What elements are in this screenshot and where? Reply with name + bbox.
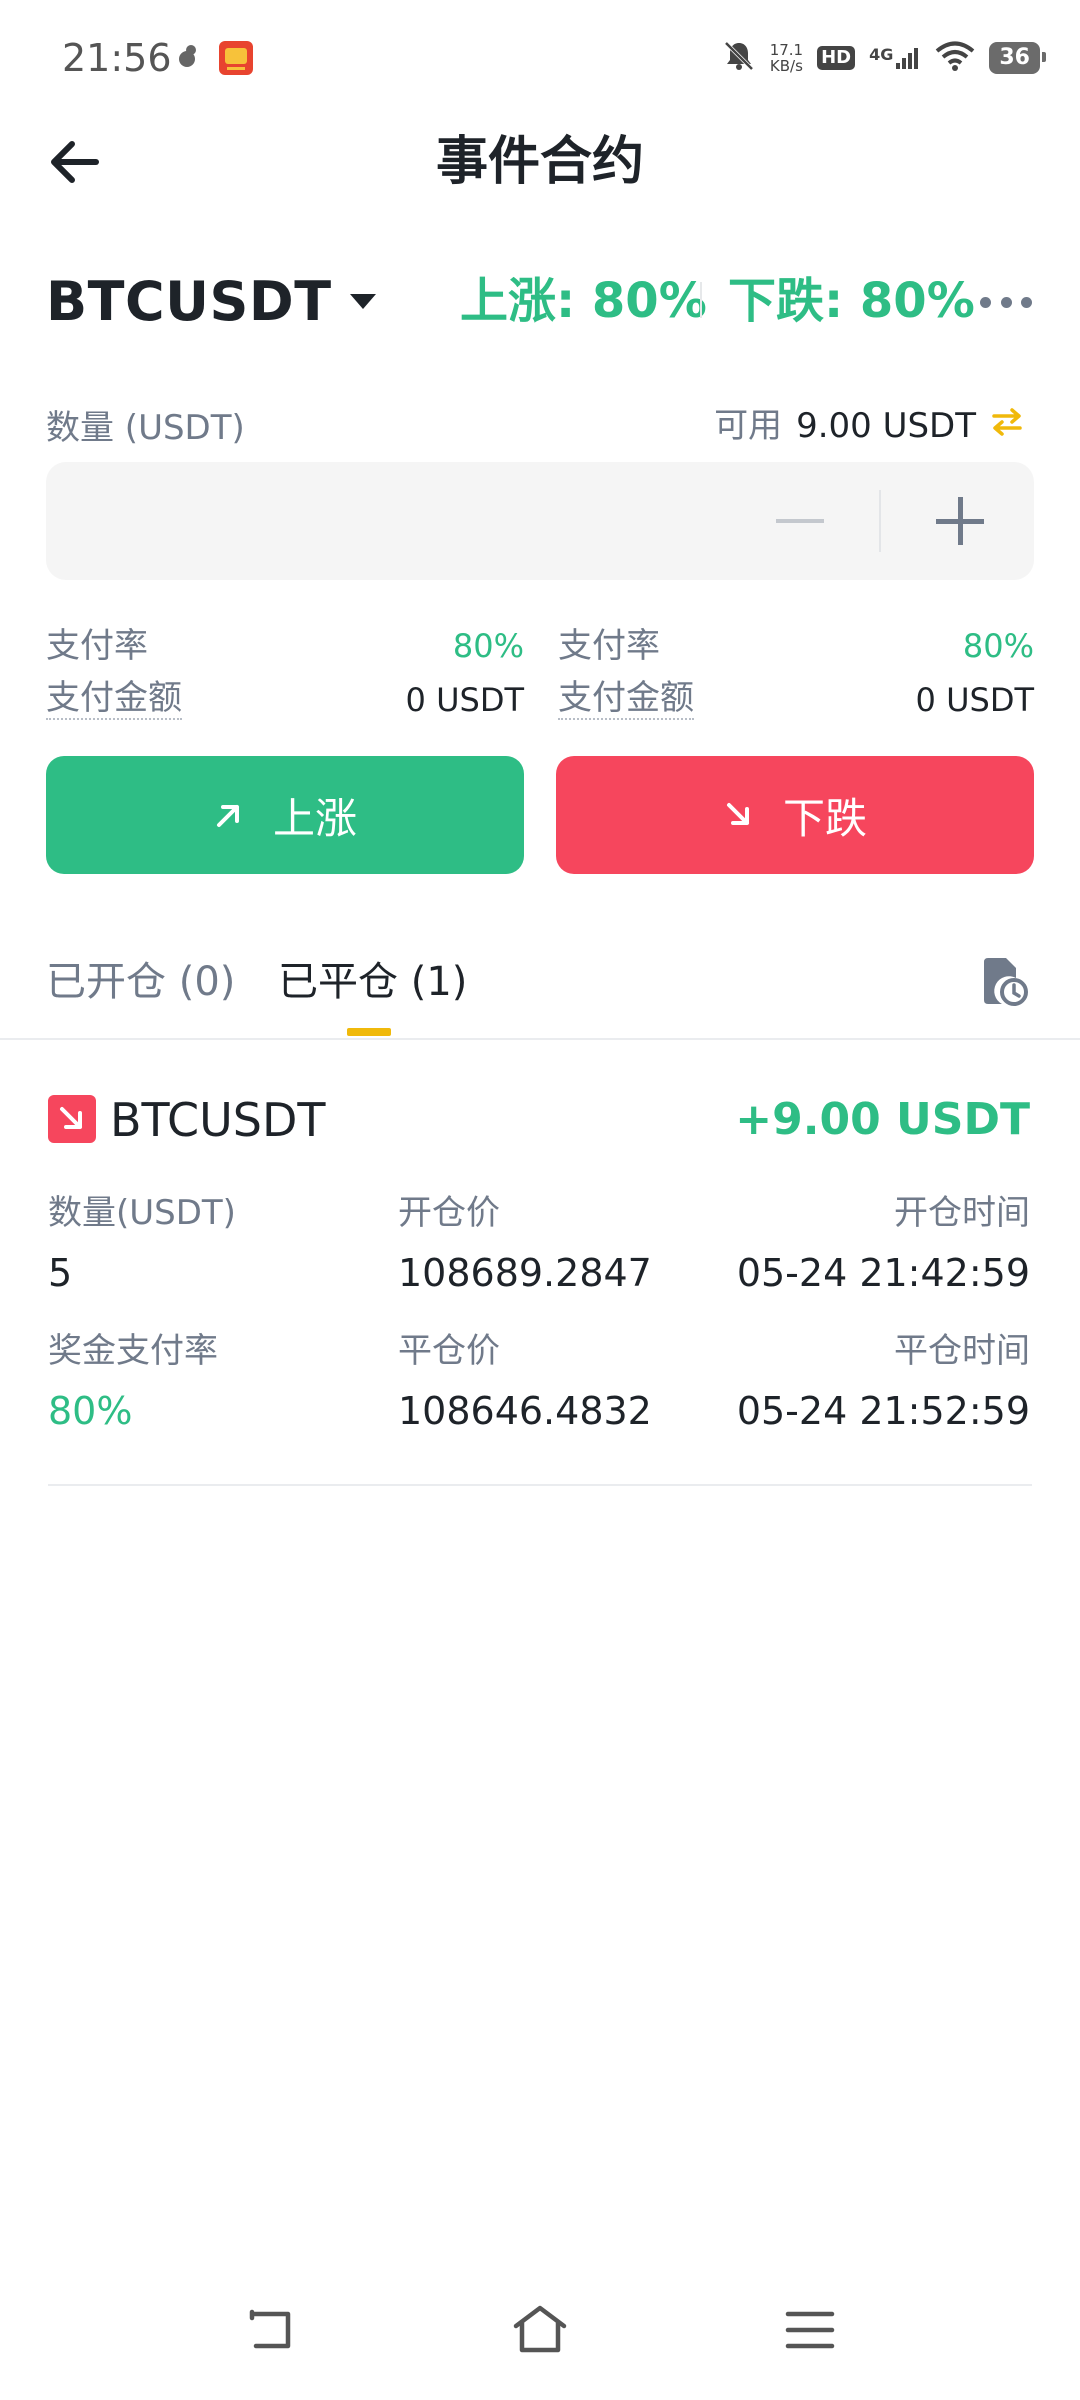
available-balance: 可用 9.00 USDT — [714, 404, 1024, 448]
close-price-label: 平仓价 — [398, 1331, 500, 1371]
tabs-divider — [0, 1038, 1080, 1040]
nav-menu-button[interactable] — [780, 2300, 840, 2360]
payout-rate-label: 奖金支付率 — [48, 1331, 218, 1371]
home-icon — [513, 2305, 567, 2353]
decrease-button[interactable] — [772, 490, 828, 552]
up-rate: 上涨: 80% — [460, 273, 707, 329]
dot-icon — [980, 296, 991, 308]
direction-down-icon — [48, 1095, 96, 1143]
document-clock-icon — [984, 958, 1028, 1006]
open-time-value: 05-24 21:42:59 — [736, 1251, 1030, 1295]
open-price-label: 开仓价 — [398, 1193, 500, 1233]
signal-icon: 4G — [869, 45, 921, 71]
tab-closed-positions[interactable]: 已平仓 (1) — [278, 954, 467, 1010]
card-divider — [48, 1484, 1032, 1486]
down-payout-amount-value: 0 USDT — [915, 681, 1034, 719]
caret-down-icon — [349, 293, 376, 309]
arrow-up-right-icon — [216, 805, 239, 827]
more-options-button[interactable] — [980, 282, 1032, 322]
nav-home-button[interactable] — [510, 2300, 570, 2360]
close-price-value: 108646.4832 — [398, 1389, 652, 1433]
tab-open-positions[interactable]: 已开仓 (0) — [46, 954, 235, 1010]
close-time-label: 平仓时间 — [894, 1331, 1030, 1371]
up-payout-amount-label[interactable]: 支付金额 — [46, 678, 182, 720]
payout-rate-value: 80% — [48, 1389, 133, 1433]
nav-back-icon — [249, 2309, 291, 2349]
qty-value: 5 — [48, 1251, 73, 1295]
pair-selector[interactable]: BTCUSDT — [46, 266, 376, 336]
open-price-value: 108689.2847 — [398, 1251, 652, 1295]
transfer-icon[interactable] — [990, 404, 1024, 448]
history-button[interactable] — [980, 956, 1028, 1008]
open-time-label: 开仓时间 — [894, 1193, 1030, 1233]
quantity-label: 数量 (USDT) — [46, 408, 245, 448]
down-payout-rate-label: 支付率 — [558, 626, 660, 666]
available-value: 9.00 USDT — [796, 406, 976, 446]
network-speed: 17.1 KB/s — [769, 41, 804, 75]
buy-up-label: 上涨 — [272, 793, 357, 843]
status-time: 21:56 — [62, 36, 172, 80]
active-tab-indicator — [347, 1028, 391, 1036]
arrow-down-right-icon — [726, 803, 749, 825]
up-payout-amount-value: 0 USDT — [405, 681, 524, 719]
buy-down-label: 下跌 — [782, 793, 867, 843]
available-label: 可用 — [714, 406, 783, 446]
minus-icon — [776, 519, 824, 523]
position-symbol: BTCUSDT — [110, 1093, 326, 1147]
battery-icon: 36 — [989, 42, 1046, 74]
down-payout-amount-label[interactable]: 支付金额 — [558, 678, 694, 720]
page-title: 事件合约 — [435, 132, 644, 192]
buy-up-button[interactable]: 上涨 — [46, 756, 524, 874]
hd-badge: HD — [817, 46, 856, 70]
nav-back-button[interactable] — [240, 2300, 300, 2360]
menu-icon — [785, 2311, 835, 2349]
up-payout-rate-label: 支付率 — [46, 626, 148, 666]
down-payout-rate-value: 80% — [962, 627, 1034, 665]
status-right-area: 17.1 KB/s HD 4G 36 — [722, 34, 1046, 82]
dot-icon — [1000, 296, 1012, 308]
dot-icon — [1021, 296, 1032, 308]
taobao-app-icon — [218, 40, 254, 76]
wifi-icon — [935, 40, 975, 76]
rate-divider — [700, 282, 702, 318]
qty-label: 数量(USDT) — [48, 1193, 236, 1233]
mute-bell-icon — [722, 39, 756, 77]
up-payout-rate-value: 80% — [452, 627, 524, 665]
position-pnl: +9.00 USDT — [735, 1094, 1030, 1145]
fan-icon — [170, 40, 204, 74]
pair-name: BTCUSDT — [46, 269, 332, 333]
down-rate: 下跌: 80% — [728, 273, 975, 329]
stepper-divider — [879, 490, 881, 552]
buy-down-button[interactable]: 下跌 — [556, 756, 1034, 874]
quantity-input[interactable] — [46, 462, 1034, 580]
close-time-value: 05-24 21:52:59 — [736, 1389, 1030, 1433]
increase-button[interactable] — [930, 490, 992, 552]
